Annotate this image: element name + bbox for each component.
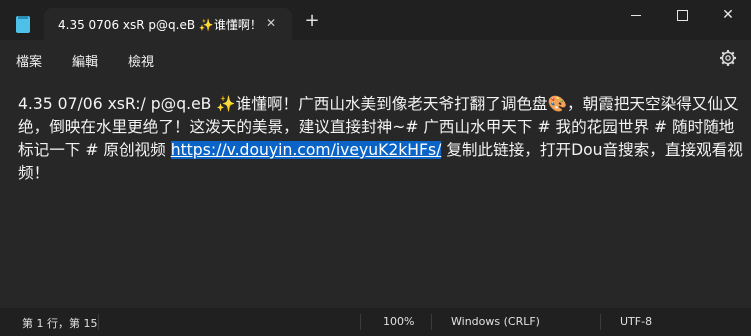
status-separator bbox=[600, 314, 601, 330]
cursor-position-area: 第 1 行，第 15 bbox=[14, 315, 98, 331]
new-tab-button[interactable]: + bbox=[302, 12, 322, 32]
minimize-icon bbox=[631, 15, 641, 16]
encoding: UTF-8 bbox=[620, 315, 653, 328]
close-button[interactable]: ✕ bbox=[705, 0, 751, 32]
menu-bar: 檔案 編輯 檢視 bbox=[0, 40, 751, 78]
status-separator bbox=[360, 314, 361, 330]
tab-title: 4.35 0706 xsR p@q.eB ✨谁懂啊！广西山水美到像老天爷打翻了调… bbox=[58, 18, 256, 32]
menu-file[interactable]: 檔案 bbox=[16, 51, 42, 70]
status-separator bbox=[431, 314, 432, 330]
status-separator bbox=[98, 314, 99, 330]
selected-link[interactable]: https://v.douyin.com/iveyuK2kHFs/ bbox=[170, 141, 442, 159]
notepad-window: 4.35 0706 xsR p@q.eB ✨谁懂啊！广西山水美到像老天爷打翻了调… bbox=[0, 0, 751, 336]
status-bar: 第 1 行，第 15 100% Windows (CRLF) UTF-8 bbox=[0, 308, 751, 336]
notepad-icon bbox=[16, 16, 30, 33]
zoom-level: 100% bbox=[383, 315, 415, 328]
line-ending: Windows (CRLF) bbox=[451, 315, 540, 328]
editor-content[interactable]: 4.35 07/06 xsR:/ p@q.eB ✨谁懂啊！广西山水美到像老天爷打… bbox=[18, 93, 744, 185]
minimize-button[interactable] bbox=[613, 0, 659, 32]
cursor-position: 第 1 行，第 15 bbox=[22, 317, 98, 330]
menu-view[interactable]: 檢視 bbox=[128, 51, 154, 70]
maximize-icon bbox=[677, 10, 688, 21]
maximize-button[interactable] bbox=[659, 0, 705, 32]
gear-icon[interactable] bbox=[719, 49, 737, 67]
menu-edit[interactable]: 編輯 bbox=[72, 51, 98, 70]
tab-active[interactable]: 4.35 0706 xsR p@q.eB ✨谁懂啊！广西山水美到像老天爷打翻了调… bbox=[44, 8, 292, 40]
text-editor[interactable]: 4.35 07/06 xsR:/ p@q.eB ✨谁懂啊！广西山水美到像老天爷打… bbox=[0, 78, 751, 308]
tab-close-button[interactable]: ✕ bbox=[263, 15, 279, 31]
title-bar[interactable]: 4.35 0706 xsR p@q.eB ✨谁懂啊！广西山水美到像老天爷打翻了调… bbox=[0, 0, 751, 40]
